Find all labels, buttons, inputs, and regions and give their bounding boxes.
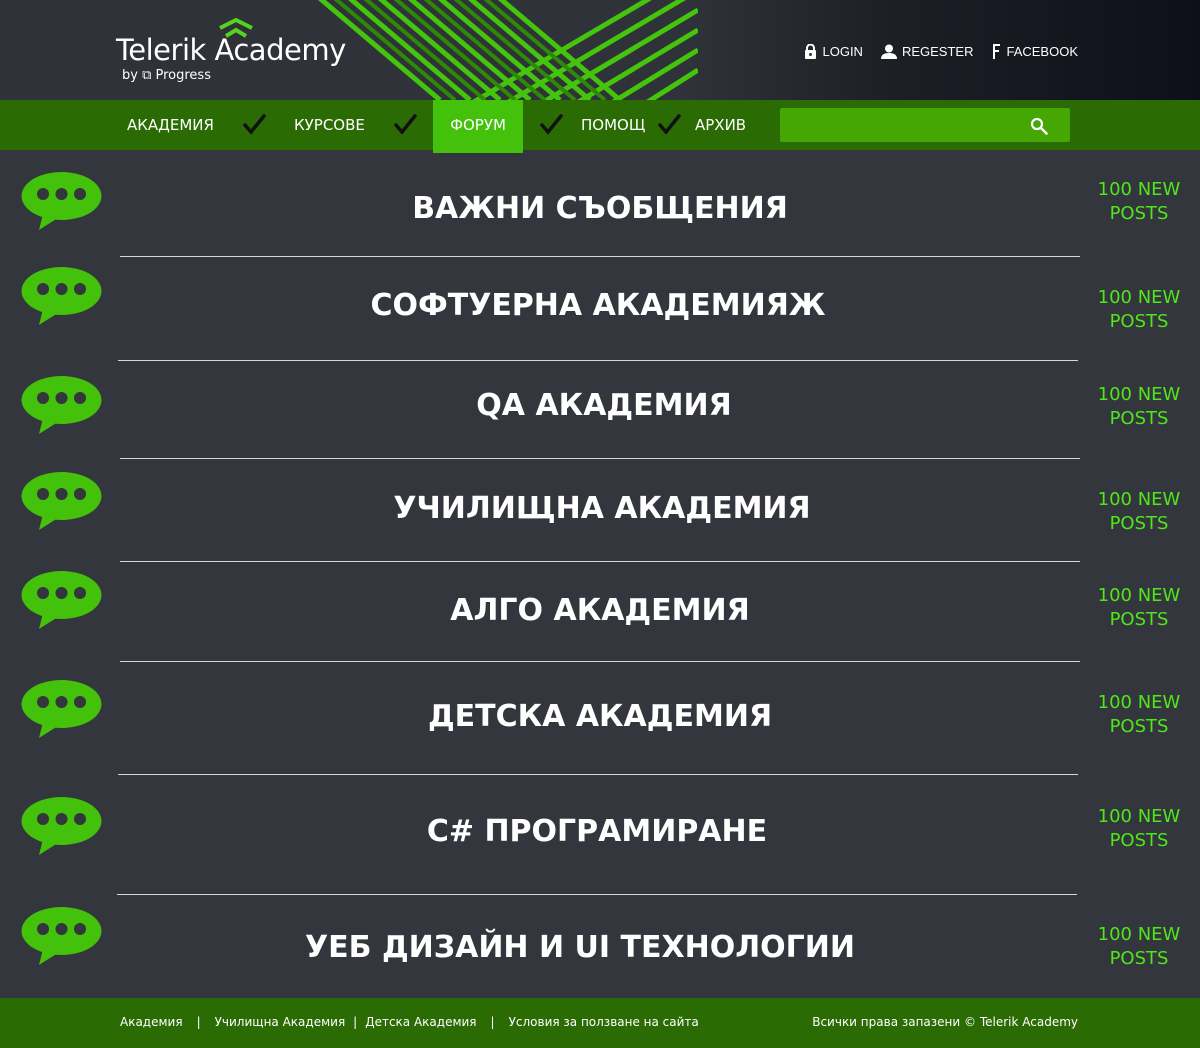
logo-title: Telerik Academy <box>116 33 346 67</box>
logo-byline: by ⧉ Progress <box>122 68 211 83</box>
footer-separator: | <box>353 1015 358 1029</box>
search-input[interactable] <box>780 108 1020 142</box>
search-box <box>780 108 1070 142</box>
new-posts-count[interactable]: 100 NEW POSTS <box>1090 286 1188 334</box>
forum-title[interactable]: УЧИЛИЩНА АКАДЕМИЯ <box>2 491 1200 526</box>
posts-line: 100 NEW <box>1097 692 1181 713</box>
login-label: LOGIN <box>822 44 863 59</box>
posts-line: POSTS <box>1109 609 1169 630</box>
posts-line: 100 NEW <box>1097 287 1181 308</box>
footer-link-academy[interactable]: Академия <box>120 1015 183 1029</box>
posts-line: POSTS <box>1109 716 1169 737</box>
checkmark-icon <box>243 114 266 135</box>
forum-title[interactable]: УЕБ ДИЗАЙН И UI ТЕХНОЛОГИИ <box>0 930 1180 965</box>
search-icon[interactable] <box>1030 117 1048 135</box>
row-divider <box>117 894 1077 895</box>
footer-link-kids-academy[interactable]: Детска Академия <box>365 1015 476 1029</box>
row-divider <box>118 774 1078 775</box>
checkmark-icon <box>540 114 563 135</box>
checkmark-icon <box>658 114 681 135</box>
forum-title[interactable]: QA АКАДЕМИЯ <box>4 388 1200 423</box>
posts-line: 100 NEW <box>1097 489 1181 510</box>
posts-line: 100 NEW <box>1097 179 1181 200</box>
facebook-label: FACEBOOK <box>1006 44 1078 59</box>
row-divider <box>118 360 1078 361</box>
row-divider <box>120 561 1080 562</box>
top-links: LOGIN REGESTER FACEBOOK <box>804 44 1078 59</box>
new-posts-count[interactable]: 100 NEW POSTS <box>1090 383 1188 431</box>
posts-line: 100 NEW <box>1097 806 1181 827</box>
facebook-link[interactable]: FACEBOOK <box>991 44 1078 59</box>
checkmark-icon <box>394 114 417 135</box>
new-posts-count[interactable]: 100 NEW POSTS <box>1090 178 1188 226</box>
user-icon <box>880 44 897 59</box>
nav-item-help[interactable]: ПОМОЩ <box>581 100 645 150</box>
row-divider <box>120 256 1080 257</box>
posts-line: POSTS <box>1109 408 1169 429</box>
nav-item-forum[interactable]: ФОРУМ <box>433 100 523 153</box>
footer: Академия | Училищна Академия | Детска Ак… <box>0 998 1200 1048</box>
posts-line: 100 NEW <box>1097 585 1181 606</box>
footer-links: Академия | Училищна Академия | Детска Ак… <box>120 1015 699 1029</box>
footer-separator: | <box>196 1015 201 1029</box>
telerik-academy-logo[interactable]: Telerik Academy by ⧉ Progress <box>116 18 376 90</box>
posts-line: POSTS <box>1109 203 1169 224</box>
login-link[interactable]: LOGIN <box>804 44 863 59</box>
nav-item-academy[interactable]: АКАДЕМИЯ <box>127 100 214 150</box>
new-posts-count[interactable]: 100 NEW POSTS <box>1090 488 1188 536</box>
register-label: REGESTER <box>901 44 974 59</box>
footer-link-school-academy[interactable]: Училищна Академия <box>215 1015 346 1029</box>
header: Telerik Academy by ⧉ Progress LOGIN REGE… <box>0 0 1200 100</box>
register-link[interactable]: REGESTER <box>880 44 974 59</box>
posts-line: 100 NEW <box>1097 924 1181 945</box>
nav-item-courses[interactable]: КУРСОВЕ <box>294 100 365 150</box>
footer-separator: | <box>490 1015 495 1029</box>
row-divider <box>120 661 1080 662</box>
new-posts-count[interactable]: 100 NEW POSTS <box>1090 923 1188 971</box>
lock-icon <box>805 44 817 59</box>
row-divider <box>120 458 1080 459</box>
facebook-icon <box>993 44 1001 59</box>
main-nav: АКАДЕМИЯ КУРСОВЕ ФОРУМ ПОМОЩ АРХИВ <box>0 100 1200 153</box>
posts-line: POSTS <box>1109 948 1169 969</box>
posts-line: POSTS <box>1109 830 1169 851</box>
new-posts-count[interactable]: 100 NEW POSTS <box>1090 584 1188 632</box>
new-posts-count[interactable]: 100 NEW POSTS <box>1090 805 1188 853</box>
forum-title[interactable]: ВАЖНИ СЪОБЩЕНИЯ <box>0 191 1200 226</box>
forum-title[interactable]: СОФТУЕРНА АКАДЕМИЯЖ <box>0 288 1198 323</box>
forum-title[interactable]: ДЕТСКА АКАДЕМИЯ <box>0 699 1200 734</box>
footer-link-terms[interactable]: Условия за ползване на сайта <box>509 1015 699 1029</box>
forum-title[interactable]: C# ПРОГРАМИРАНЕ <box>0 814 1197 849</box>
new-posts-count[interactable]: 100 NEW POSTS <box>1090 691 1188 739</box>
posts-line: POSTS <box>1109 311 1169 332</box>
posts-line: 100 NEW <box>1097 384 1181 405</box>
footer-copyright: Всички права запазени © Telerik Academy <box>812 1015 1078 1029</box>
nav-item-archive[interactable]: АРХИВ <box>695 100 746 150</box>
posts-line: POSTS <box>1109 513 1169 534</box>
forum-title[interactable]: АЛГО АКАДЕМИЯ <box>0 593 1200 628</box>
